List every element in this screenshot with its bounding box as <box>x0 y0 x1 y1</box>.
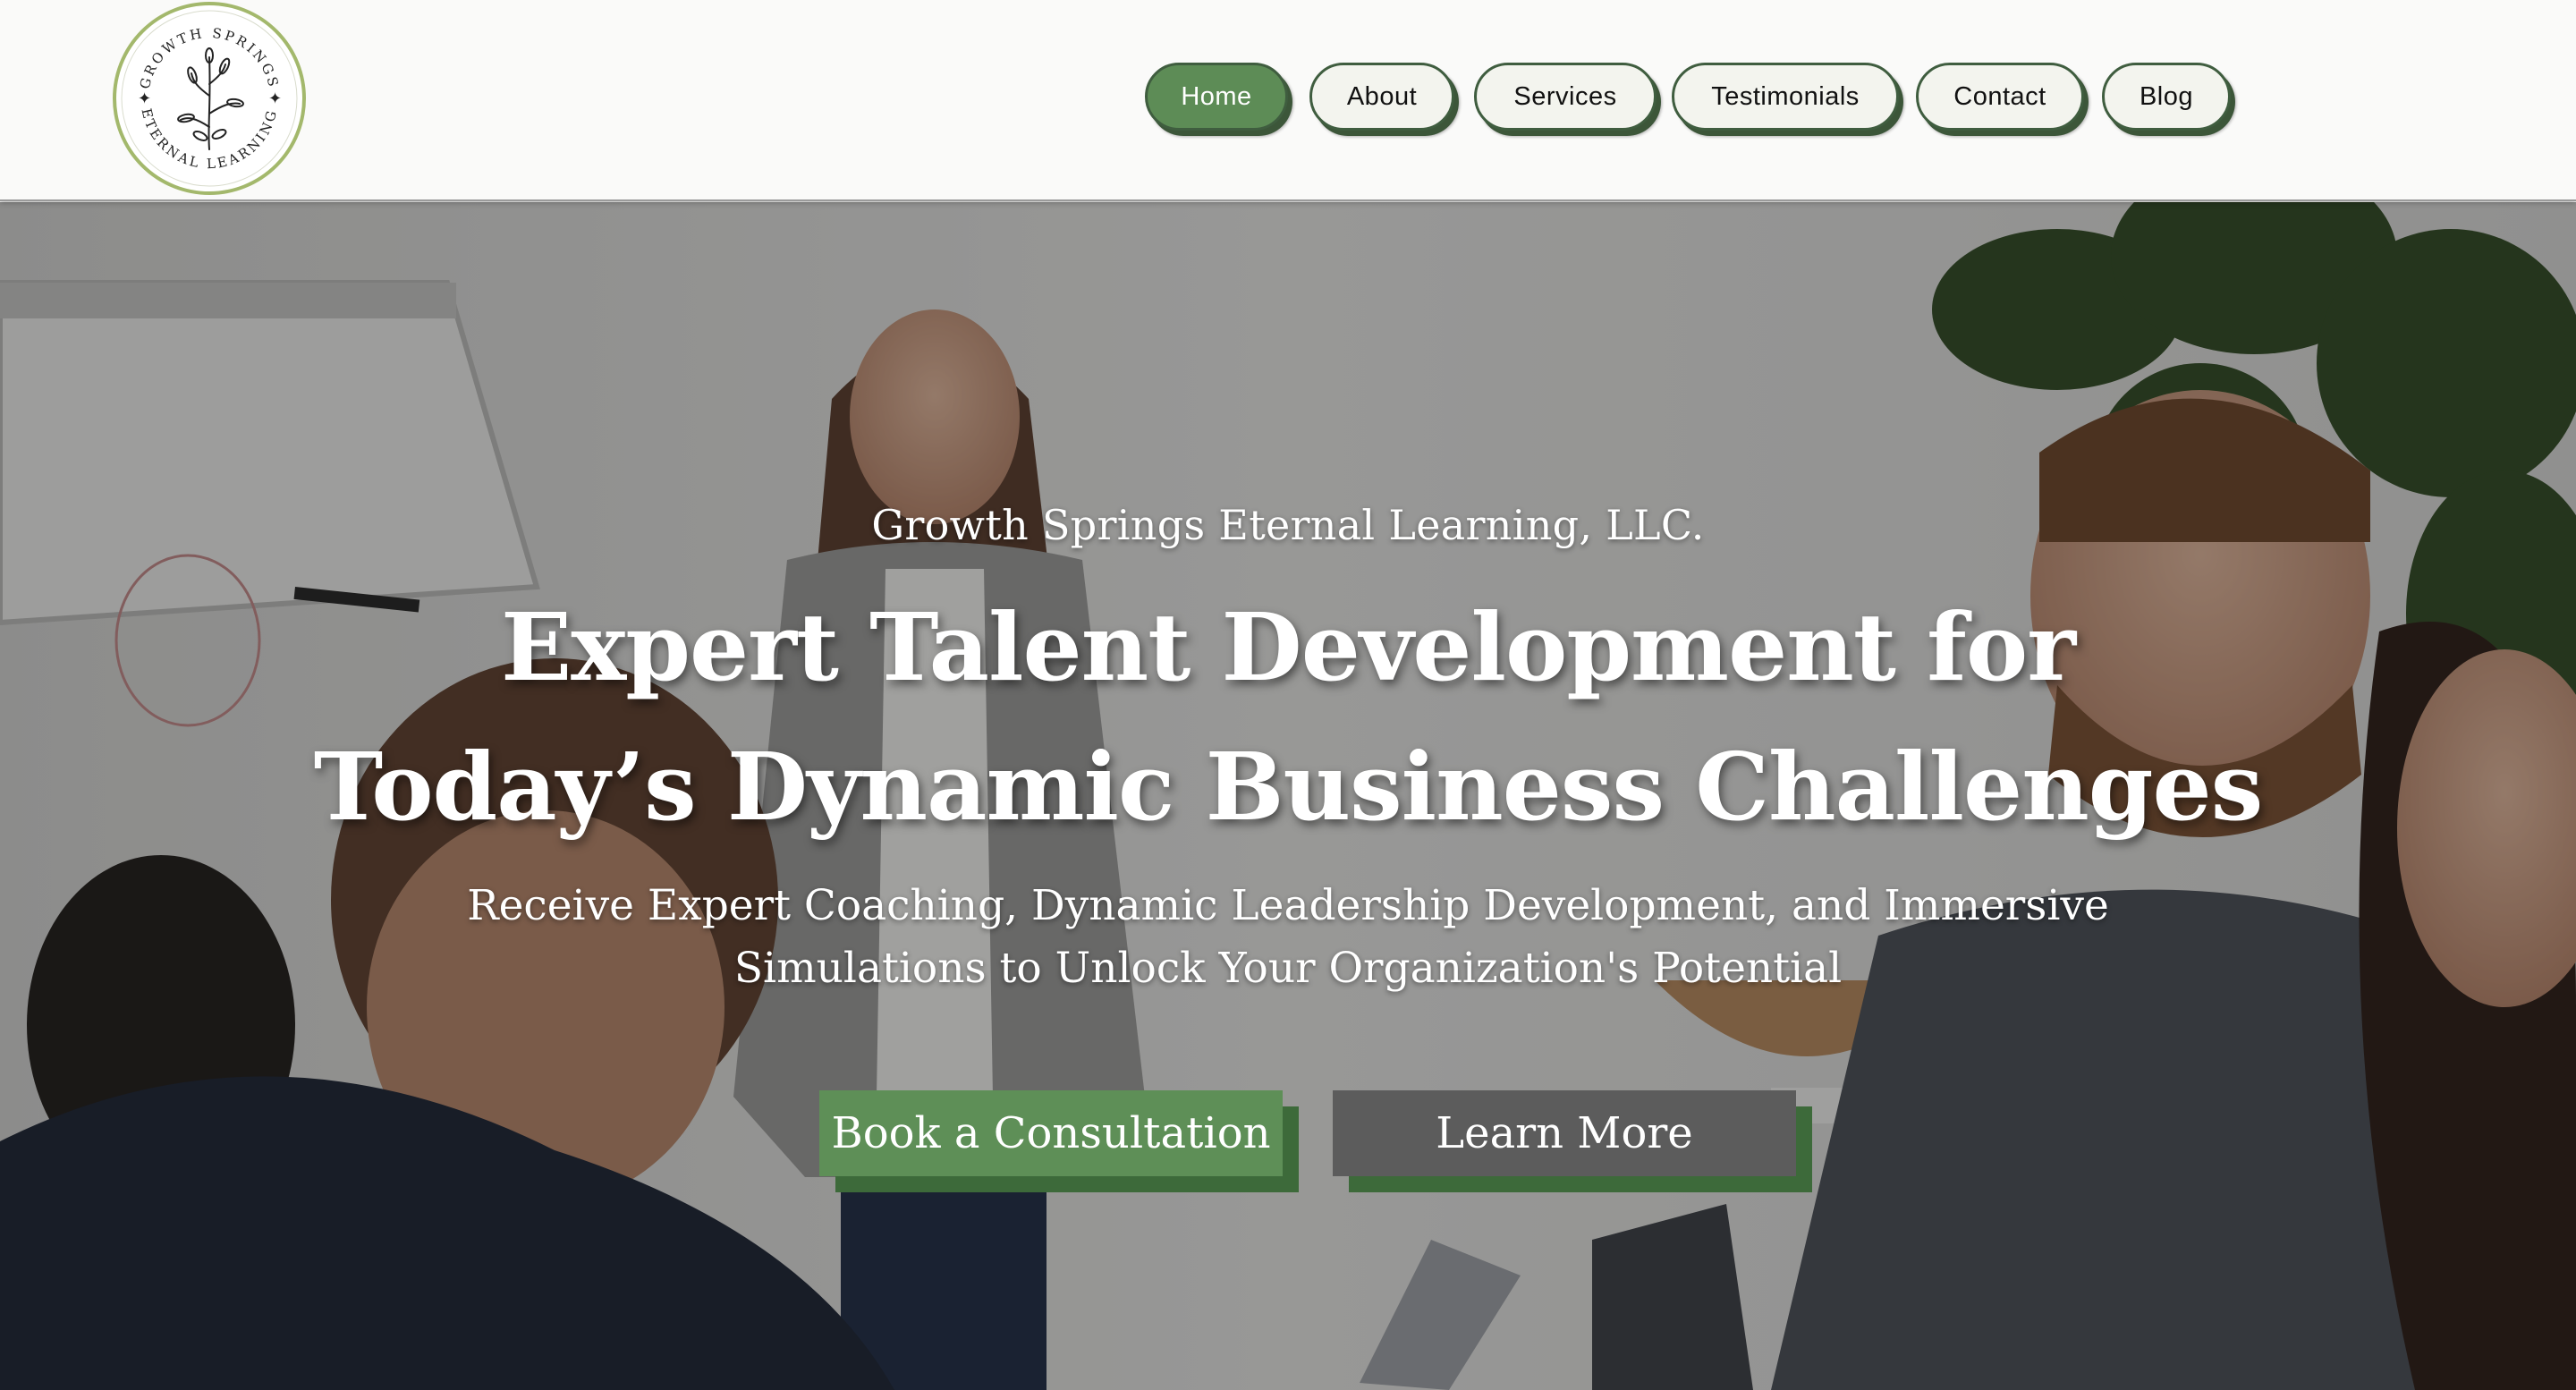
nav-about[interactable]: About <box>1309 63 1454 131</box>
site-logo[interactable]: GROWTH SPRINGS ETERNAL LEARNING ✦ ✦ <box>111 2 308 195</box>
logo-star-left: ✦ <box>138 89 151 108</box>
logo-star-right: ✦ <box>268 89 282 108</box>
site-header: GROWTH SPRINGS ETERNAL LEARNING ✦ ✦ Home… <box>0 0 2576 201</box>
nav-home[interactable]: Home <box>1145 63 1288 131</box>
hero-headline-line-2: Today’s Dynamic Business Challenges <box>313 732 2264 842</box>
hero-subheadline: Receive Expert Coaching, Dynamic Leaders… <box>0 875 2576 1000</box>
hero-headline: Expert Talent Development for Today’s Dy… <box>0 578 2576 857</box>
book-consultation-button[interactable]: Book a Consultation <box>819 1090 1283 1176</box>
hero-subheadline-line-2: Simulations to Unlock Your Organization'… <box>733 944 1843 993</box>
nav-services[interactable]: Services <box>1474 63 1657 131</box>
hero-headline-line-1: Expert Talent Development for <box>500 592 2076 702</box>
hero-company-name: Growth Springs Eternal Learning, LLC. <box>871 501 1705 549</box>
logo-emblem: GROWTH SPRINGS ETERNAL LEARNING ✦ ✦ <box>113 2 306 195</box>
learn-more-button[interactable]: Learn More <box>1333 1090 1796 1176</box>
hero-section: Growth Springs Eternal Learning, LLC. Ex… <box>0 202 2576 1390</box>
nav-contact[interactable]: Contact <box>1916 63 2084 131</box>
nav-testimonials[interactable]: Testimonials <box>1672 63 1899 131</box>
hero-subheadline-line-1: Receive Expert Coaching, Dynamic Leaders… <box>467 881 2109 930</box>
nav-blog[interactable]: Blog <box>2102 63 2231 131</box>
